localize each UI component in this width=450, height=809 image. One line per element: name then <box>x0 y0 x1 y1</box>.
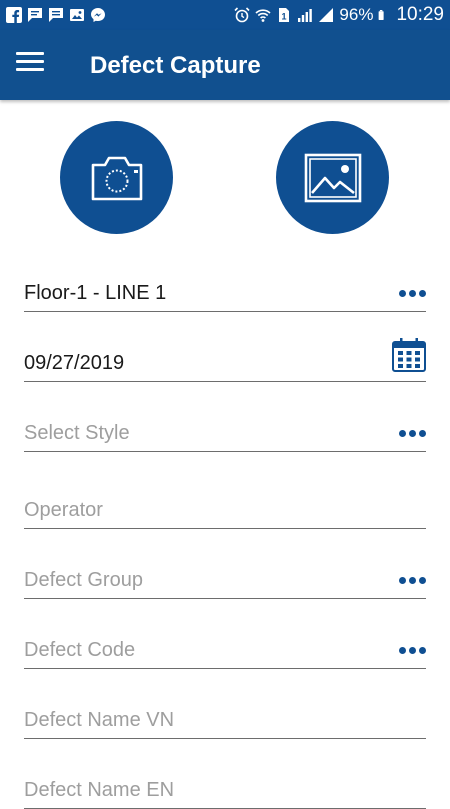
more-dots-icon[interactable] <box>399 430 426 437</box>
calendar-icon[interactable] <box>391 337 427 373</box>
line-field[interactable]: Floor-1 - LINE 1 <box>24 271 426 312</box>
page-title: Defect Capture <box>90 52 261 79</box>
image-icon <box>70 9 84 21</box>
system-indicators: 1 96% 10:29 <box>234 4 444 26</box>
defect-name-vn-field[interactable]: Defect Name VN <box>24 698 426 739</box>
defect-code-placeholder: Defect Code <box>24 639 136 661</box>
svg-text:1: 1 <box>282 12 287 22</box>
facebook-icon <box>6 7 22 23</box>
date-value: 09/27/2019 <box>24 352 125 374</box>
wifi-icon <box>255 9 271 22</box>
line-value: Floor-1 - LINE 1 <box>24 282 167 304</box>
defect-code-field[interactable]: Defect Code <box>24 628 426 669</box>
operator-placeholder: Operator <box>24 499 103 521</box>
battery-icon <box>379 10 385 20</box>
defect-group-placeholder: Defect Group <box>24 569 143 591</box>
style-placeholder: Select Style <box>24 422 130 444</box>
status-bar: 1 96% 10:29 <box>0 0 450 30</box>
hamburger-menu-icon[interactable] <box>16 52 44 78</box>
app-bar: Defect Capture <box>0 30 450 100</box>
date-field[interactable]: 09/27/2019 <box>24 338 426 382</box>
signal-icon <box>298 9 313 22</box>
message-icon <box>49 8 63 22</box>
camera-button[interactable] <box>60 121 173 234</box>
defect-name-vn-placeholder: Defect Name VN <box>24 709 175 731</box>
gallery-button[interactable] <box>276 121 389 234</box>
more-dots-icon[interactable] <box>399 647 426 654</box>
defect-name-en-placeholder: Defect Name EN <box>24 779 175 801</box>
defect-group-field[interactable]: Defect Group <box>24 558 426 599</box>
signal-icon <box>319 8 334 22</box>
battery-percent: 96% <box>339 5 374 24</box>
more-dots-icon[interactable] <box>399 290 426 297</box>
alarm-icon <box>234 7 250 23</box>
notification-icons <box>6 7 106 23</box>
chat-icon <box>28 8 42 22</box>
clock: 10:29 <box>396 4 444 25</box>
messenger-icon <box>91 8 105 22</box>
sim-icon: 1 <box>279 8 290 22</box>
more-dots-icon[interactable] <box>399 577 426 584</box>
image-gallery-icon <box>304 153 361 202</box>
operator-field[interactable]: Operator <box>24 488 426 529</box>
style-field[interactable]: Select Style <box>24 411 426 452</box>
camera-icon <box>91 156 142 200</box>
defect-name-en-field[interactable]: Defect Name EN <box>24 768 426 809</box>
